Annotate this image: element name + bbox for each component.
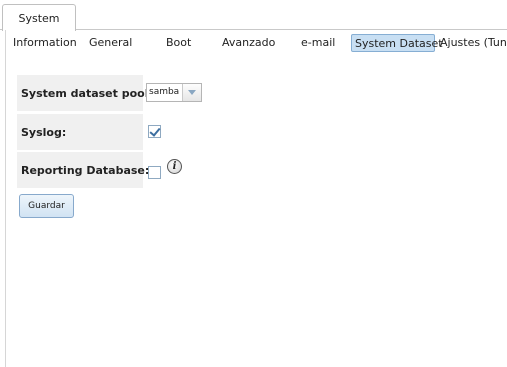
syslog-checkbox[interactable]	[148, 125, 161, 138]
tab-system-dataset[interactable]: System Dataset	[351, 34, 443, 52]
reporting-label: Reporting Database:	[17, 152, 149, 188]
tab-boot[interactable]: Boot	[166, 34, 191, 52]
reporting-checkbox[interactable]	[148, 166, 161, 179]
tab-email[interactable]: e-mail	[301, 34, 335, 52]
tab-ajustes-tunables[interactable]: Ajustes (Tuna	[440, 34, 507, 52]
tab-avanzado[interactable]: Avanzado	[222, 34, 275, 52]
pool-select-value: samba	[149, 87, 180, 97]
pool-label: System dataset pool:	[17, 75, 153, 111]
tab-general[interactable]: General	[89, 34, 132, 52]
syslog-row: Syslog:	[17, 114, 207, 150]
reporting-row: Reporting Database: i	[17, 152, 207, 188]
tab-system-label: System	[18, 11, 60, 25]
save-button-label: Guardar	[28, 201, 65, 211]
pool-select[interactable]: samba	[146, 83, 202, 102]
subtab-bar: Information General Boot Avanzado e-mail…	[0, 30, 507, 56]
panel-border	[5, 30, 6, 367]
tab-system[interactable]: System	[2, 4, 76, 31]
info-icon[interactable]: i	[167, 159, 182, 174]
window-tab-bar: System	[0, 0, 507, 31]
save-button[interactable]: Guardar	[19, 194, 74, 218]
pool-row: System dataset pool: samba	[17, 75, 207, 111]
chevron-down-icon[interactable]	[182, 84, 201, 101]
syslog-label: Syslog:	[17, 114, 143, 150]
tab-information[interactable]: Information	[13, 34, 77, 52]
